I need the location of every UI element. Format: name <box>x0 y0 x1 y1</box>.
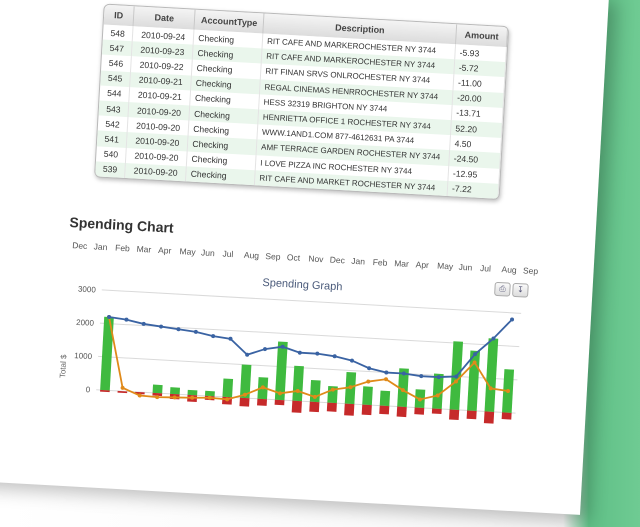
bar-negative <box>274 399 285 406</box>
blue-series-point <box>159 324 164 329</box>
cell-id: 545 <box>100 70 131 87</box>
blue-series-point <box>193 329 198 334</box>
bar-positive <box>362 386 373 406</box>
y-tick-label: 3000 <box>78 285 97 295</box>
bar-positive <box>170 387 181 395</box>
bar-negative <box>431 408 442 415</box>
bar-positive <box>222 378 234 398</box>
bar-positive <box>204 390 215 397</box>
blue-series-point <box>297 350 302 355</box>
cell-amount: -7.22 <box>447 180 499 199</box>
bar-negative <box>361 404 372 416</box>
gridline <box>101 289 522 314</box>
month-label[interactable]: Jun <box>201 247 215 258</box>
month-label[interactable]: Aug <box>501 264 517 275</box>
month-label[interactable]: Oct <box>287 252 301 263</box>
bar-negative <box>326 402 337 412</box>
blue-series-point <box>211 334 216 339</box>
cell-id: 541 <box>96 130 128 148</box>
month-label[interactable]: Apr <box>415 259 429 270</box>
month-label[interactable]: Jul <box>222 249 233 260</box>
blue-series-point <box>315 351 320 356</box>
bar-negative <box>483 411 495 424</box>
bar-positive <box>467 350 481 411</box>
month-label[interactable]: May <box>437 261 454 272</box>
bar-negative <box>466 410 477 420</box>
blue-series-point <box>262 347 267 352</box>
cell-id: 546 <box>101 54 132 72</box>
month-label[interactable]: Jan <box>93 241 107 252</box>
col-header-id[interactable]: ID <box>103 4 135 27</box>
month-label[interactable]: Sep <box>523 265 539 276</box>
month-label[interactable]: Mar <box>394 258 409 269</box>
cell-id: 544 <box>99 85 130 103</box>
section-title: Spending Chart <box>69 213 175 236</box>
bar-positive <box>292 365 304 402</box>
col-header-amount[interactable]: Amount <box>455 24 508 48</box>
month-label[interactable]: Feb <box>115 243 130 254</box>
month-label[interactable]: May <box>179 246 196 257</box>
orange-series-point <box>366 379 371 384</box>
month-label[interactable]: Sep <box>265 251 281 262</box>
cell-id: 548 <box>102 24 134 42</box>
month-label[interactable]: Jun <box>458 262 472 273</box>
bar-positive <box>379 390 391 407</box>
month-label[interactable]: Mar <box>136 244 151 255</box>
blue-series-point <box>124 317 129 322</box>
bar-negative <box>396 406 407 418</box>
month-label[interactable]: Apr <box>158 245 172 256</box>
blue-series-point <box>384 370 389 375</box>
cell-id: 543 <box>98 100 129 118</box>
cell-id: 547 <box>101 39 133 57</box>
bar-positive <box>152 384 163 394</box>
spending-chart: Spending Graph ⎙ ↧ Total $ 3000 2000 1000 0 <box>50 258 533 524</box>
bar-negative <box>239 397 250 407</box>
bar-positive <box>484 338 499 412</box>
y-tick-label: 1000 <box>74 351 93 361</box>
y-tick-label: 0 <box>85 385 90 394</box>
month-label[interactable]: Jul <box>480 263 491 274</box>
bar-negative <box>309 401 320 413</box>
month-label[interactable]: Feb <box>372 257 387 268</box>
bar-negative <box>344 403 355 416</box>
blue-series-point <box>332 354 337 359</box>
month-label[interactable]: Dec <box>330 255 346 266</box>
cell-id: 540 <box>95 145 127 163</box>
cell-id: 539 <box>95 161 126 178</box>
page-sheet: ID Date AccountType Description Amount 5… <box>0 0 610 515</box>
month-label[interactable]: Nov <box>308 253 324 264</box>
bar-negative <box>501 412 512 420</box>
bar-negative <box>449 409 460 420</box>
month-label[interactable]: Dec <box>72 240 88 251</box>
transactions-table: ID Date AccountType Description Amount 5… <box>94 3 510 200</box>
cell-accounttype: Checking <box>185 166 256 186</box>
y-tick-label: 2000 <box>76 318 95 328</box>
bar-negative <box>257 398 268 406</box>
bar-positive <box>187 389 198 396</box>
chart-canvas: 3000 2000 1000 0 <box>74 285 522 424</box>
cell-id: 542 <box>97 115 129 133</box>
bar-negative <box>291 400 302 413</box>
month-label[interactable]: Jan <box>351 256 365 267</box>
bar-negative <box>379 405 390 415</box>
cell-date: 2010-09-20 <box>124 162 187 182</box>
month-label[interactable]: Aug <box>244 250 260 261</box>
